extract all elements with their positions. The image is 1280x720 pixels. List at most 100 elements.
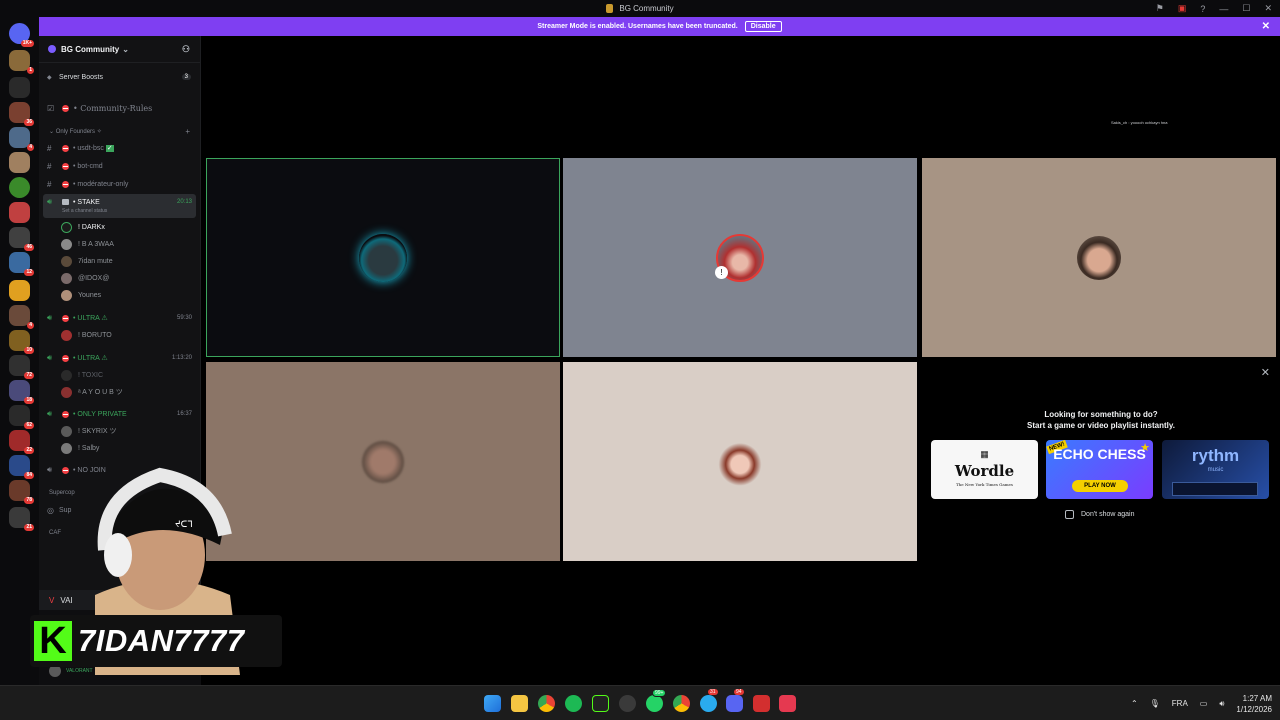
microphone-icon[interactable]: 🎙︎ (1150, 699, 1160, 708)
voice-user[interactable]: 7idan mute (61, 254, 113, 268)
spotify-icon[interactable] (565, 695, 582, 712)
chevron-up-icon[interactable]: ⌃ (1131, 699, 1138, 708)
boosts-count: 3 (181, 74, 191, 80)
channel-name: • Community-Rules (73, 103, 153, 113)
avatar (716, 437, 764, 486)
avatar (61, 425, 72, 437)
channel-timer: 16:37 (176, 411, 192, 417)
server-icon[interactable] (9, 77, 30, 98)
channel-moderateur-only[interactable]: # • modérateur-only (39, 177, 201, 191)
server-header[interactable]: BG Community ⌄ ⚇ (39, 36, 200, 63)
server-icon[interactable]: 12 (9, 252, 34, 276)
play-now-button[interactable]: PLAY NOW (1072, 480, 1128, 492)
username: ! BORUTO (78, 331, 112, 339)
close-icon[interactable]: ✕ (1261, 366, 1270, 379)
voice-user[interactable]: ᵃ A Y O U B ツ (61, 385, 123, 399)
echo-chess-card[interactable]: NEW! ★ ECHO CHESS PLAY NOW (1046, 440, 1153, 499)
server-icon[interactable] (9, 202, 30, 223)
channel-name: • ULTRA ⚠ (73, 315, 108, 322)
video-tile[interactable]: ! (563, 158, 917, 357)
avatar (61, 386, 72, 398)
taskbar: 99+ 31 94 ⌃ 🎙︎ FRA ▭ 🔊︎ 1:27 AM 1/12/202… (0, 685, 1280, 720)
hash-icon: # (47, 143, 52, 153)
card-title: Wordle (954, 462, 1015, 480)
windows-start-icon[interactable] (484, 695, 501, 712)
server-icon[interactable]: 4 (9, 305, 34, 329)
voice-icon: 🔊︎ (47, 353, 53, 362)
add-channel-icon[interactable]: + (185, 127, 190, 136)
voice-channel-ultra-2[interactable]: 🔊︎ • ULTRA ⚠ 1:13:20 (39, 351, 201, 365)
dont-show-again[interactable]: Don't show again (1065, 510, 1134, 519)
voice-user[interactable]: ! DARKx (61, 220, 105, 234)
server-icon[interactable]: 4 (9, 127, 34, 151)
category-only-founders[interactable]: ⌄ Only Founders ✧ (49, 128, 102, 135)
volume-icon[interactable]: 🔊︎ (1219, 699, 1224, 709)
window-title: BG Community (619, 4, 674, 13)
file-explorer-icon[interactable] (511, 695, 528, 712)
telegram-icon[interactable]: 31 (700, 689, 718, 712)
chrome-icon[interactable] (538, 695, 555, 712)
inbox-icon[interactable]: ⚑ (1156, 3, 1164, 14)
checkbox[interactable] (1065, 510, 1074, 519)
avatar (362, 440, 404, 483)
network-icon[interactable]: ▭ (1200, 699, 1208, 708)
avatar (61, 238, 72, 250)
rythm-card[interactable]: rythm music (1162, 440, 1269, 499)
voice-channel-stake[interactable]: 🔊︎ • STAKE 20:13 (39, 195, 201, 209)
minimize-button[interactable]: — (1219, 4, 1228, 14)
language-indicator[interactable]: FRA (1172, 699, 1188, 708)
badge-count: 31 (708, 689, 718, 695)
valorant-icon[interactable] (779, 695, 796, 712)
voice-channel-only-private[interactable]: 🔊︎ • ONLY PRIVATE 16:37 (39, 407, 201, 421)
add-member-icon[interactable]: ⚇ (182, 44, 190, 55)
rules-icon: ☑ (47, 103, 55, 113)
avatar (61, 255, 72, 267)
server-icon[interactable]: 36 (9, 102, 34, 126)
video-tile[interactable] (922, 158, 1276, 357)
video-tile[interactable] (563, 362, 917, 561)
server-icon[interactable] (9, 177, 30, 198)
help-icon[interactable]: ? (1200, 4, 1205, 14)
server-boosts[interactable]: ◆ Server Boosts 3 (39, 70, 201, 84)
voice-user[interactable]: ! BORUTO (61, 328, 112, 342)
home-icon[interactable]: 1K+ (9, 23, 34, 47)
close-icon[interactable]: ✕ (1262, 21, 1270, 32)
channel-community-rules[interactable]: ☑ • Community-Rules (39, 101, 201, 115)
voice-user[interactable]: ! B A 3WAA (61, 237, 114, 251)
voice-channel-ultra-1[interactable]: 🔊︎ • ULTRA ⚠ 59:30 (39, 311, 201, 325)
clock[interactable]: 1:27 AM 1/12/2026 (1236, 693, 1272, 715)
channel-bot-cmd[interactable]: # • bot-cmd (39, 159, 201, 173)
discord-icon[interactable]: 94 (726, 689, 744, 712)
streamer-name: 7IDAN7777 (78, 623, 245, 658)
username: 7idan mute (78, 257, 113, 265)
voice-user[interactable]: @IDOX@ (61, 271, 109, 285)
whatsapp-icon[interactable]: 99+ (646, 689, 667, 712)
channel-usdt-bsc[interactable]: # • usdt-bsc ✓ (39, 141, 201, 155)
close-window-button[interactable]: ✕ (1264, 3, 1272, 14)
avatar (359, 233, 407, 282)
server-icon[interactable]: 18 (9, 380, 34, 404)
voice-user[interactable]: ! SKYRIX ツ (61, 424, 117, 438)
server-icon[interactable]: 72 (9, 355, 34, 379)
wordle-card[interactable]: ▦ Wordle The New York Times Games (931, 440, 1038, 499)
voice-user[interactable]: Younes (61, 288, 101, 302)
no-entry-icon (62, 314, 69, 322)
video-tile[interactable] (206, 158, 560, 357)
server-icon[interactable]: 62 (9, 405, 34, 429)
server-icon[interactable]: 10 (9, 330, 34, 354)
maximize-button[interactable]: ☐ (1242, 3, 1250, 14)
streamer-icon[interactable]: ▣ (1178, 3, 1187, 14)
server-icon[interactable]: 46 (9, 227, 34, 251)
server-icon[interactable]: 1 (9, 50, 34, 74)
disable-streamer-mode-button[interactable]: Disable (744, 21, 782, 32)
kick-studio-icon[interactable] (592, 695, 609, 712)
channel-status[interactable]: Set a channel status (62, 208, 107, 214)
server-icon[interactable] (9, 280, 30, 301)
app-icon[interactable] (753, 695, 770, 712)
obs-icon[interactable] (619, 695, 636, 712)
svg-text:ᔪᑕᒣ: ᔪᑕᒣ (175, 519, 193, 529)
voice-user[interactable]: ! TOXIC (61, 368, 103, 382)
server-icon[interactable] (9, 152, 30, 173)
activity-subheading: Start a game or video playlist instantly… (1027, 421, 1175, 430)
chrome-icon[interactable] (673, 695, 690, 712)
